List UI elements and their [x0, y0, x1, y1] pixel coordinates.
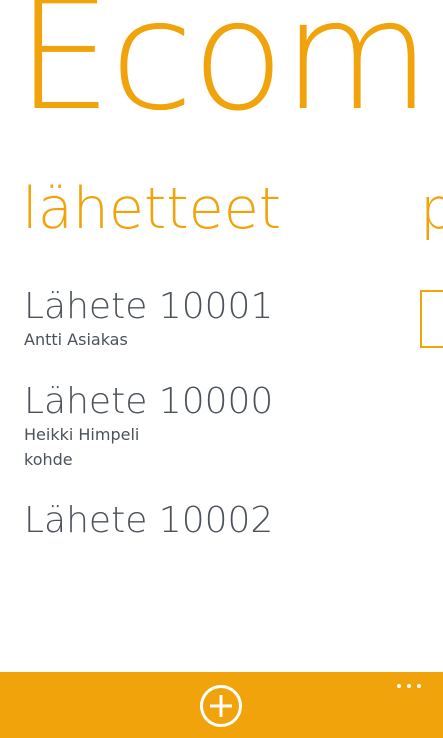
more-options-button[interactable]	[395, 676, 423, 696]
list-item[interactable]: Lähete 10001 Antti Asiakas	[24, 287, 273, 352]
list-item-title: Lähete 10002	[24, 500, 274, 541]
next-section-tile[interactable]	[420, 290, 443, 348]
section-header-lahetteet: lähetteet	[22, 176, 282, 242]
list-item-detail: kohde	[24, 450, 73, 469]
add-button[interactable]	[199, 684, 243, 728]
add-circle-icon	[200, 685, 242, 727]
ellipsis-icon	[397, 684, 421, 688]
next-section-header[interactable]: p	[420, 179, 443, 240]
app-title: Ecom	[16, 0, 431, 144]
list-item-customer: Antti Asiakas	[24, 330, 128, 349]
list-item[interactable]: Lähete 10002	[24, 501, 273, 541]
list-item-title: Lähete 10000	[24, 381, 274, 422]
screen: Ecom lähetteet p Lähete 10001 Antti Asia…	[0, 0, 443, 738]
application-bar	[0, 672, 443, 738]
list-item[interactable]: Lähete 10000 Heikki Himpeli kohde	[24, 382, 273, 472]
list-item-customer: Heikki Himpeli	[24, 425, 140, 444]
list-item-title: Lähete 10001	[24, 286, 274, 327]
